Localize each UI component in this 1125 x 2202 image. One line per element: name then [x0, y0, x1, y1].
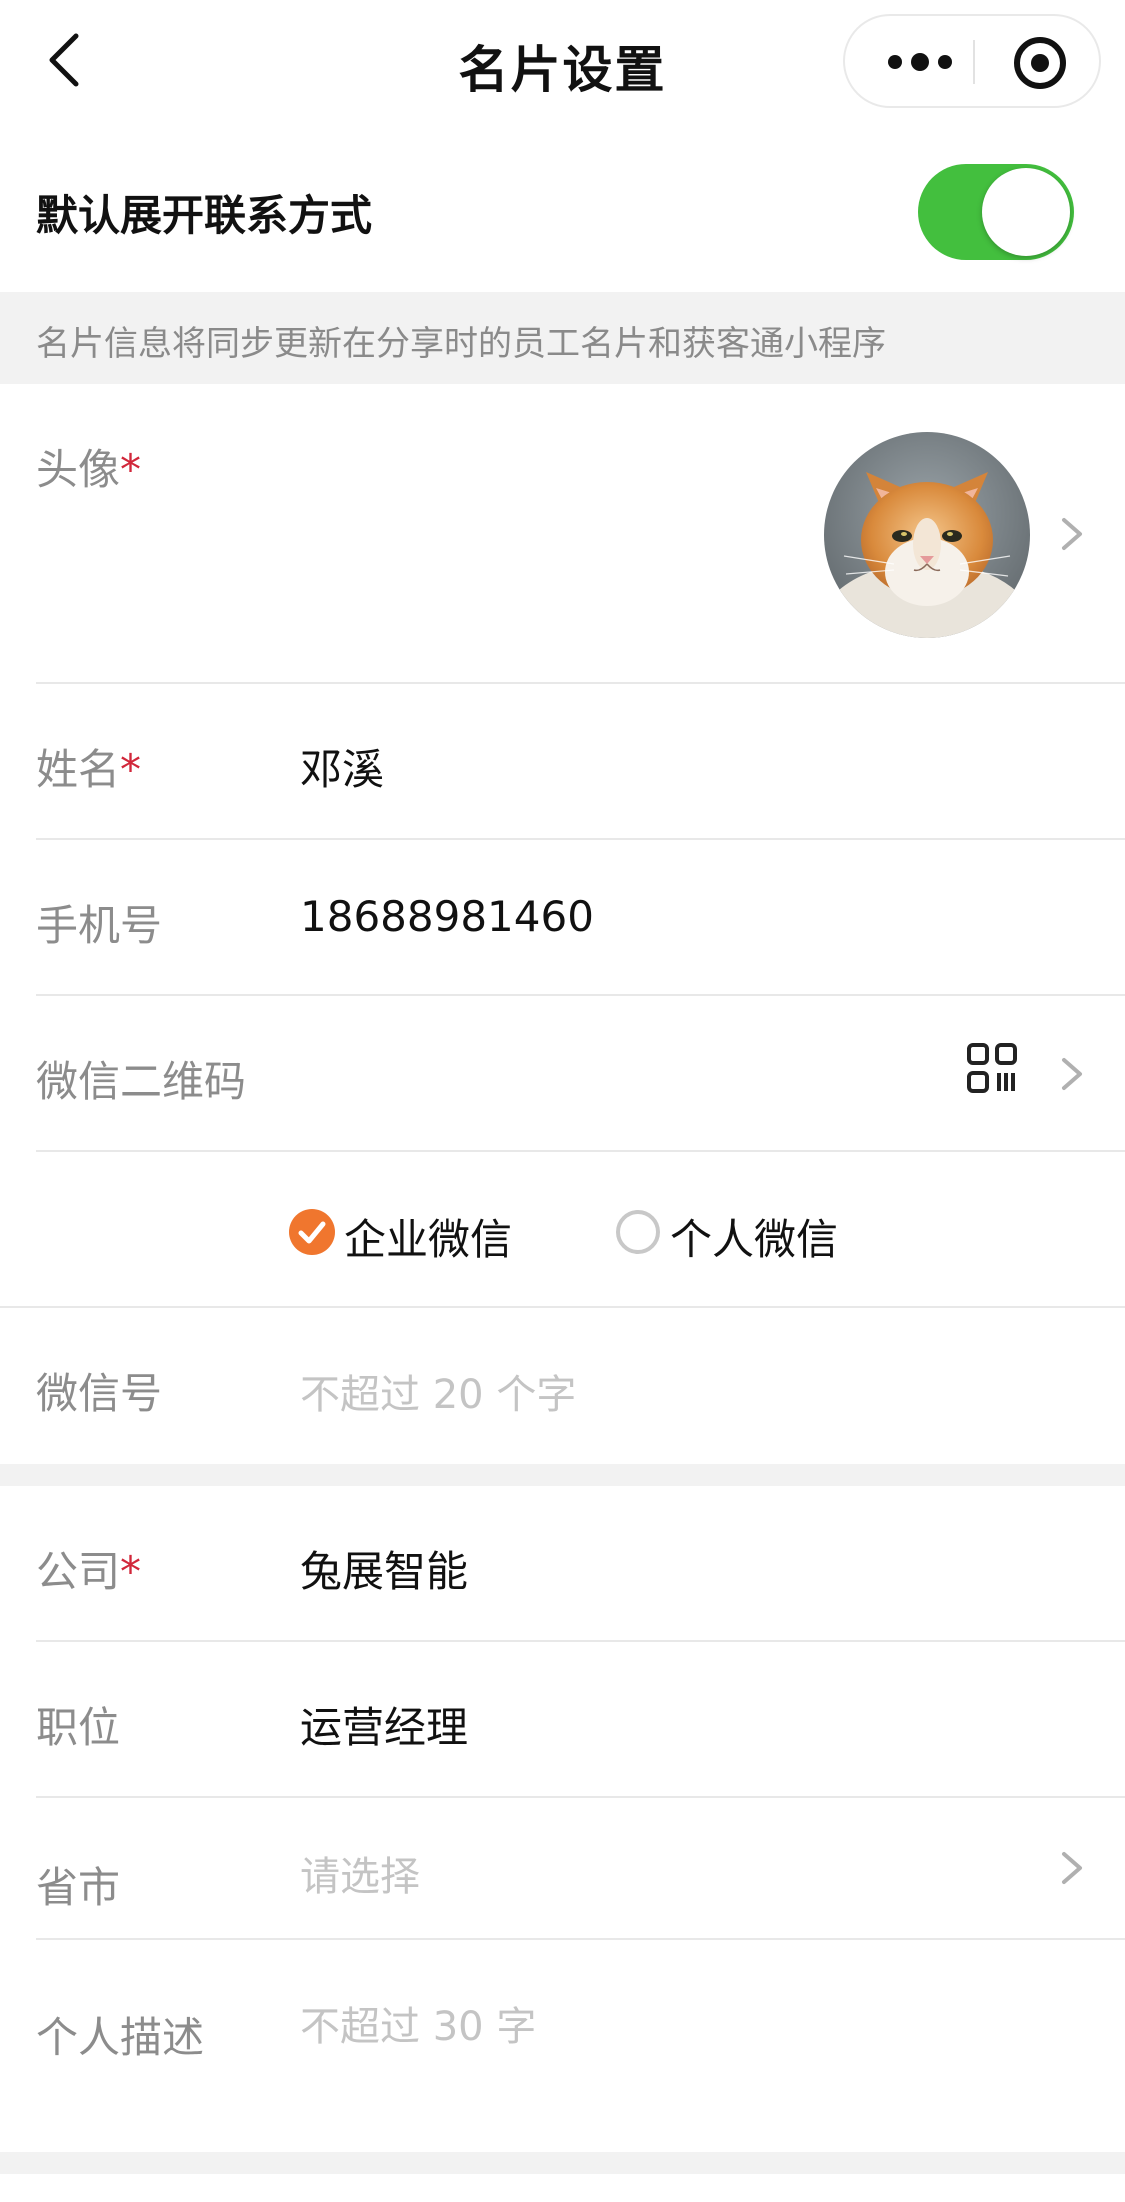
- company-label: 公司*: [36, 1547, 142, 1596]
- company-row: 公司* 兔展智能: [0, 1486, 1125, 1642]
- wechat-id-row: 微信号 不超过 20 个字: [0, 1308, 1125, 1464]
- description-label: 个人描述: [36, 2013, 205, 2062]
- bottom-area: [0, 2174, 1125, 2202]
- mini-program-capsule: [843, 14, 1101, 108]
- wechat-qr-label: 微信二维码: [36, 1057, 247, 1106]
- position-field[interactable]: 运营经理: [300, 1694, 468, 1755]
- qr-code-icon[interactable]: [966, 1042, 1018, 1094]
- chevron-right-icon: [1062, 518, 1082, 550]
- wechat-qr-row[interactable]: 微信二维码: [0, 996, 1125, 1152]
- expand-contact-label: 默认展开联系方式: [36, 191, 373, 240]
- radio-enterprise-wechat[interactable]: 企业微信: [288, 1204, 518, 1264]
- sync-notice: 名片信息将同步更新在分享时的员工名片和获客通小程序: [0, 292, 1125, 384]
- avatar[interactable]: [824, 432, 1030, 638]
- radio-personal-wechat[interactable]: 个人微信: [614, 1204, 844, 1264]
- cat-avatar-image: [824, 432, 1030, 638]
- checked-radio-icon: [289, 1209, 335, 1255]
- name-row: 姓名* 邓溪: [0, 684, 1125, 840]
- phone-label: 手机号: [36, 901, 163, 950]
- capsule-divider: [973, 40, 975, 84]
- description-input[interactable]: 不超过 30 字: [300, 1994, 536, 2052]
- expand-contact-row: 默认展开联系方式: [0, 128, 1125, 292]
- region-row[interactable]: 省市 请选择: [0, 1798, 1125, 1940]
- switch-knob: [982, 168, 1070, 256]
- target-close-icon[interactable]: [1011, 34, 1069, 92]
- section-gap: [0, 2152, 1125, 2174]
- radio-personal-label: 个人微信: [670, 1215, 839, 1264]
- chevron-right-icon: [1062, 1058, 1082, 1090]
- required-mark: *: [120, 445, 142, 494]
- name-field[interactable]: 邓溪: [300, 736, 384, 797]
- name-label: 姓名*: [36, 745, 142, 794]
- section-gap: [0, 1464, 1125, 1486]
- company-field[interactable]: 兔展智能: [300, 1538, 468, 1599]
- wechat-type-row: 企业微信 个人微信: [0, 1152, 1125, 1308]
- avatar-label: 头像*: [36, 445, 142, 494]
- radio-enterprise-label: 企业微信: [344, 1215, 513, 1264]
- phone-row: 手机号 18688981460: [0, 840, 1125, 996]
- expand-contact-switch[interactable]: [918, 164, 1074, 260]
- description-row: 个人描述 不超过 30 字: [0, 1940, 1125, 2152]
- region-select[interactable]: 请选择: [300, 1844, 420, 1902]
- region-label: 省市: [36, 1863, 121, 1912]
- position-row: 职位 运营经理: [0, 1642, 1125, 1798]
- unchecked-radio-icon: [616, 1210, 660, 1254]
- position-label: 职位: [36, 1703, 121, 1752]
- avatar-row[interactable]: 头像*: [0, 384, 1125, 684]
- sync-notice-text: 名片信息将同步更新在分享时的员工名片和获客通小程序: [36, 324, 886, 364]
- more-dots-icon[interactable]: [885, 44, 955, 80]
- required-mark: *: [120, 745, 142, 794]
- wechat-id-input[interactable]: 不超过 20 个字: [300, 1362, 576, 1420]
- phone-field[interactable]: 18688981460: [300, 892, 594, 941]
- chevron-right-icon: [1062, 1852, 1082, 1884]
- required-mark: *: [120, 1547, 142, 1596]
- navigation-bar: 名片设置: [0, 0, 1125, 128]
- wechat-id-label: 微信号: [36, 1369, 163, 1418]
